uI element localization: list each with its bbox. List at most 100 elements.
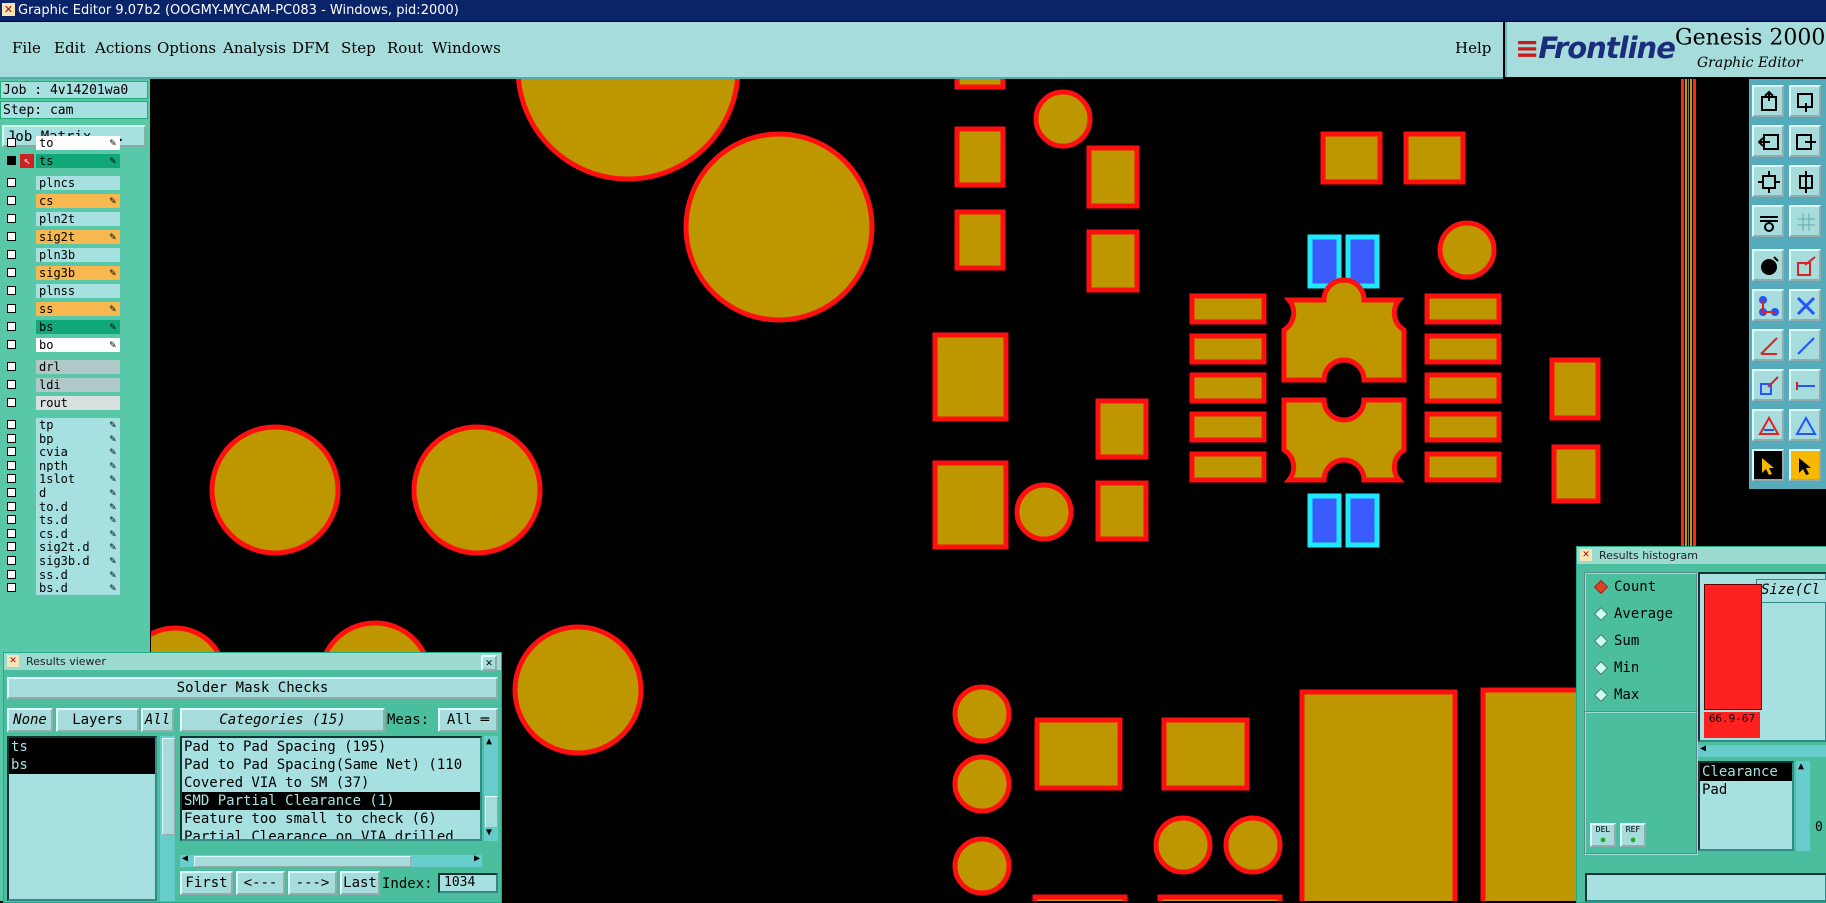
scroll-thumb[interactable] — [194, 856, 411, 867]
pad-rect[interactable] — [954, 209, 1006, 271]
layer-row-bo[interactable]: bo ✎ — [3, 338, 120, 352]
layer-row-cs-d[interactable]: cs.d ✎ — [3, 526, 120, 541]
pad-selected[interactable] — [1307, 234, 1342, 289]
pad-rect[interactable] — [1189, 451, 1267, 483]
menu-step[interactable]: Step — [341, 39, 376, 57]
histogram-list-scrollbar[interactable]: ▲ — [1796, 761, 1810, 851]
list-item[interactable]: Pad — [1700, 781, 1792, 799]
list-item[interactable]: Covered VIA to SM (37) — [182, 774, 480, 792]
layer-checkbox[interactable] — [7, 250, 16, 259]
next-button[interactable]: ---> — [288, 871, 337, 895]
pad-rect[interactable] — [1161, 717, 1250, 791]
pad-rect[interactable] — [1034, 717, 1123, 791]
menu-actions[interactable]: Actions — [95, 39, 151, 57]
layer-row-bs[interactable]: bs ✎ — [3, 320, 120, 334]
pad-rect[interactable] — [932, 460, 1009, 550]
select-alt-button[interactable] — [1789, 449, 1821, 481]
pad-round[interactable] — [1153, 815, 1213, 875]
layer-row-cs[interactable]: cs ✎ — [3, 194, 120, 208]
layer-row-sig3b-d[interactable]: sig3b.d ✎ — [3, 554, 120, 568]
layer-checkbox[interactable] — [7, 362, 16, 371]
pad-rect[interactable] — [1424, 293, 1502, 325]
ref-button[interactable]: REF ● — [1620, 823, 1646, 847]
layer-row-1slot[interactable]: 1slot ✎ — [3, 472, 120, 487]
layer-row-rout[interactable]: rout — [3, 396, 120, 410]
layer-row-ss-d[interactable]: ss.d ✎ — [3, 567, 120, 582]
pad-rect[interactable] — [954, 126, 1006, 188]
pad-rect[interactable] — [954, 79, 1006, 90]
pad-rect[interactable] — [1424, 333, 1502, 365]
scroll-thumb[interactable] — [485, 796, 498, 828]
layers-list[interactable]: ts bs — [7, 736, 157, 901]
pad-rect[interactable] — [1549, 357, 1601, 421]
layer-checkbox[interactable] — [7, 268, 16, 277]
pad-cross-top[interactable] — [1281, 277, 1407, 383]
pad-rect[interactable] — [1095, 398, 1149, 460]
layer-checkbox[interactable] — [7, 286, 16, 295]
categories-list[interactable]: Pad to Pad Spacing (195) Pad to Pad Spac… — [180, 736, 482, 841]
layer-row-drl[interactable]: drl — [3, 360, 120, 374]
pad-round[interactable] — [209, 424, 341, 556]
categories-vscroll[interactable]: ▲ ▼ — [484, 736, 498, 841]
radio-max[interactable]: Max — [1593, 686, 1639, 704]
list-item[interactable]: Pad to Pad Spacing (195) — [182, 738, 480, 756]
layer-row-to[interactable]: to ✎ — [3, 136, 120, 150]
layer-checkbox[interactable] — [7, 322, 16, 331]
pad-cross-bottom[interactable] — [1281, 397, 1407, 483]
pad-round[interactable] — [952, 836, 1012, 896]
pad-round-large[interactable] — [683, 131, 875, 323]
list-item[interactable]: ts — [9, 738, 155, 756]
layer-row-bp[interactable]: bp ✎ — [3, 431, 120, 446]
zoom-home-button[interactable] — [1752, 85, 1784, 117]
layer-row-cvia[interactable]: cvia ✎ — [3, 445, 120, 460]
layer-row-ldi[interactable]: ldi — [3, 378, 120, 392]
layer-checkbox[interactable] — [7, 340, 16, 349]
layer-row-d[interactable]: d ✎ — [3, 486, 120, 500]
zoom-out-button[interactable] — [1789, 85, 1821, 117]
layer-row-sig3b[interactable]: sig3b ✎ — [3, 266, 120, 280]
connect-button[interactable] — [1752, 289, 1784, 321]
layer-checkbox[interactable] — [7, 515, 16, 525]
layer-checkbox[interactable] — [7, 501, 16, 511]
pad-rect[interactable] — [1086, 229, 1140, 293]
pad-rect[interactable] — [1299, 689, 1458, 901]
list-item[interactable]: Pad to Pad Spacing(Same Net) (110 — [182, 756, 480, 774]
line-button[interactable] — [1789, 329, 1821, 361]
pad-rect[interactable] — [1480, 687, 1586, 901]
pad-rect[interactable] — [1189, 333, 1267, 365]
list-item-selected[interactable]: Clearance — [1700, 763, 1792, 781]
layer-row-to-d[interactable]: to.d ✎ — [3, 499, 120, 514]
layer-checkbox[interactable] — [7, 542, 16, 552]
layer-checkbox[interactable] — [7, 420, 16, 429]
categories-hscroll[interactable]: ◀ ▶ — [180, 853, 482, 867]
radio-min[interactable]: Min — [1593, 659, 1639, 677]
index-input[interactable]: 1034 — [438, 873, 498, 893]
pad-rect[interactable] — [1424, 451, 1502, 483]
layer-row-pln3b[interactable]: pln3b — [3, 248, 120, 262]
pad-rect[interactable] — [1032, 894, 1128, 901]
menu-dfm[interactable]: DFM — [292, 39, 330, 57]
pad-rect[interactable] — [1086, 145, 1140, 209]
pad-round[interactable] — [1033, 89, 1093, 149]
pad-round[interactable] — [952, 684, 1012, 744]
menu-options[interactable]: Options — [157, 39, 216, 57]
layer-checkbox[interactable] — [7, 398, 16, 407]
triangle-alt-button[interactable] — [1789, 409, 1821, 441]
layer-row-pln2t[interactable]: pln2t — [3, 212, 120, 226]
pad-rect[interactable] — [1424, 372, 1502, 404]
none-button[interactable]: None — [7, 708, 53, 732]
pad-round[interactable] — [952, 754, 1012, 814]
pad-round[interactable] — [411, 424, 543, 556]
layer-checkbox[interactable] — [7, 156, 16, 165]
close-button[interactable]: ✕ — [481, 655, 497, 671]
fit-screen-button[interactable] — [1752, 165, 1784, 197]
pad-rect[interactable] — [1403, 131, 1466, 185]
list-item[interactable]: Partial Clearance on VIA drilled — [182, 828, 480, 839]
select-button[interactable] — [1752, 449, 1784, 481]
layer-checkbox[interactable] — [7, 528, 16, 538]
layer-row-sig2t[interactable]: sig2t ✎ — [3, 230, 120, 244]
list-item[interactable]: bs — [9, 756, 155, 774]
fit-height-button[interactable] — [1789, 165, 1821, 197]
layer-checkbox[interactable] — [7, 214, 16, 223]
prev-button[interactable]: <--- — [236, 871, 285, 895]
